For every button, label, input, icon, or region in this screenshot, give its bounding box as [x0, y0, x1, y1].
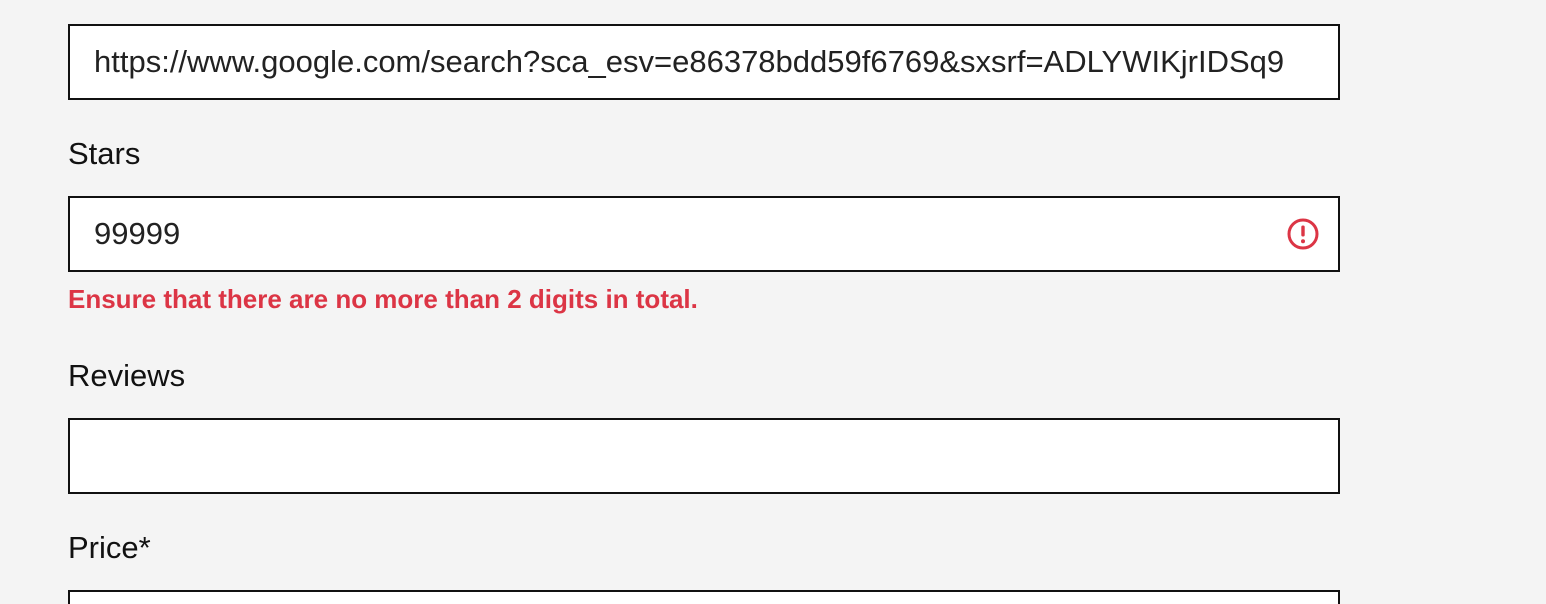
stars-error-message: Ensure that there are no more than 2 dig…: [68, 284, 698, 314]
reviews-input[interactable]: [68, 418, 1340, 494]
stars-label: Stars: [68, 136, 141, 171]
reviews-label: Reviews: [68, 358, 186, 393]
url-input[interactable]: [68, 24, 1340, 100]
stars-input[interactable]: [68, 196, 1340, 272]
stars-field: [68, 196, 1340, 272]
price-label: Price*: [68, 530, 151, 565]
price-input[interactable]: [68, 590, 1340, 604]
